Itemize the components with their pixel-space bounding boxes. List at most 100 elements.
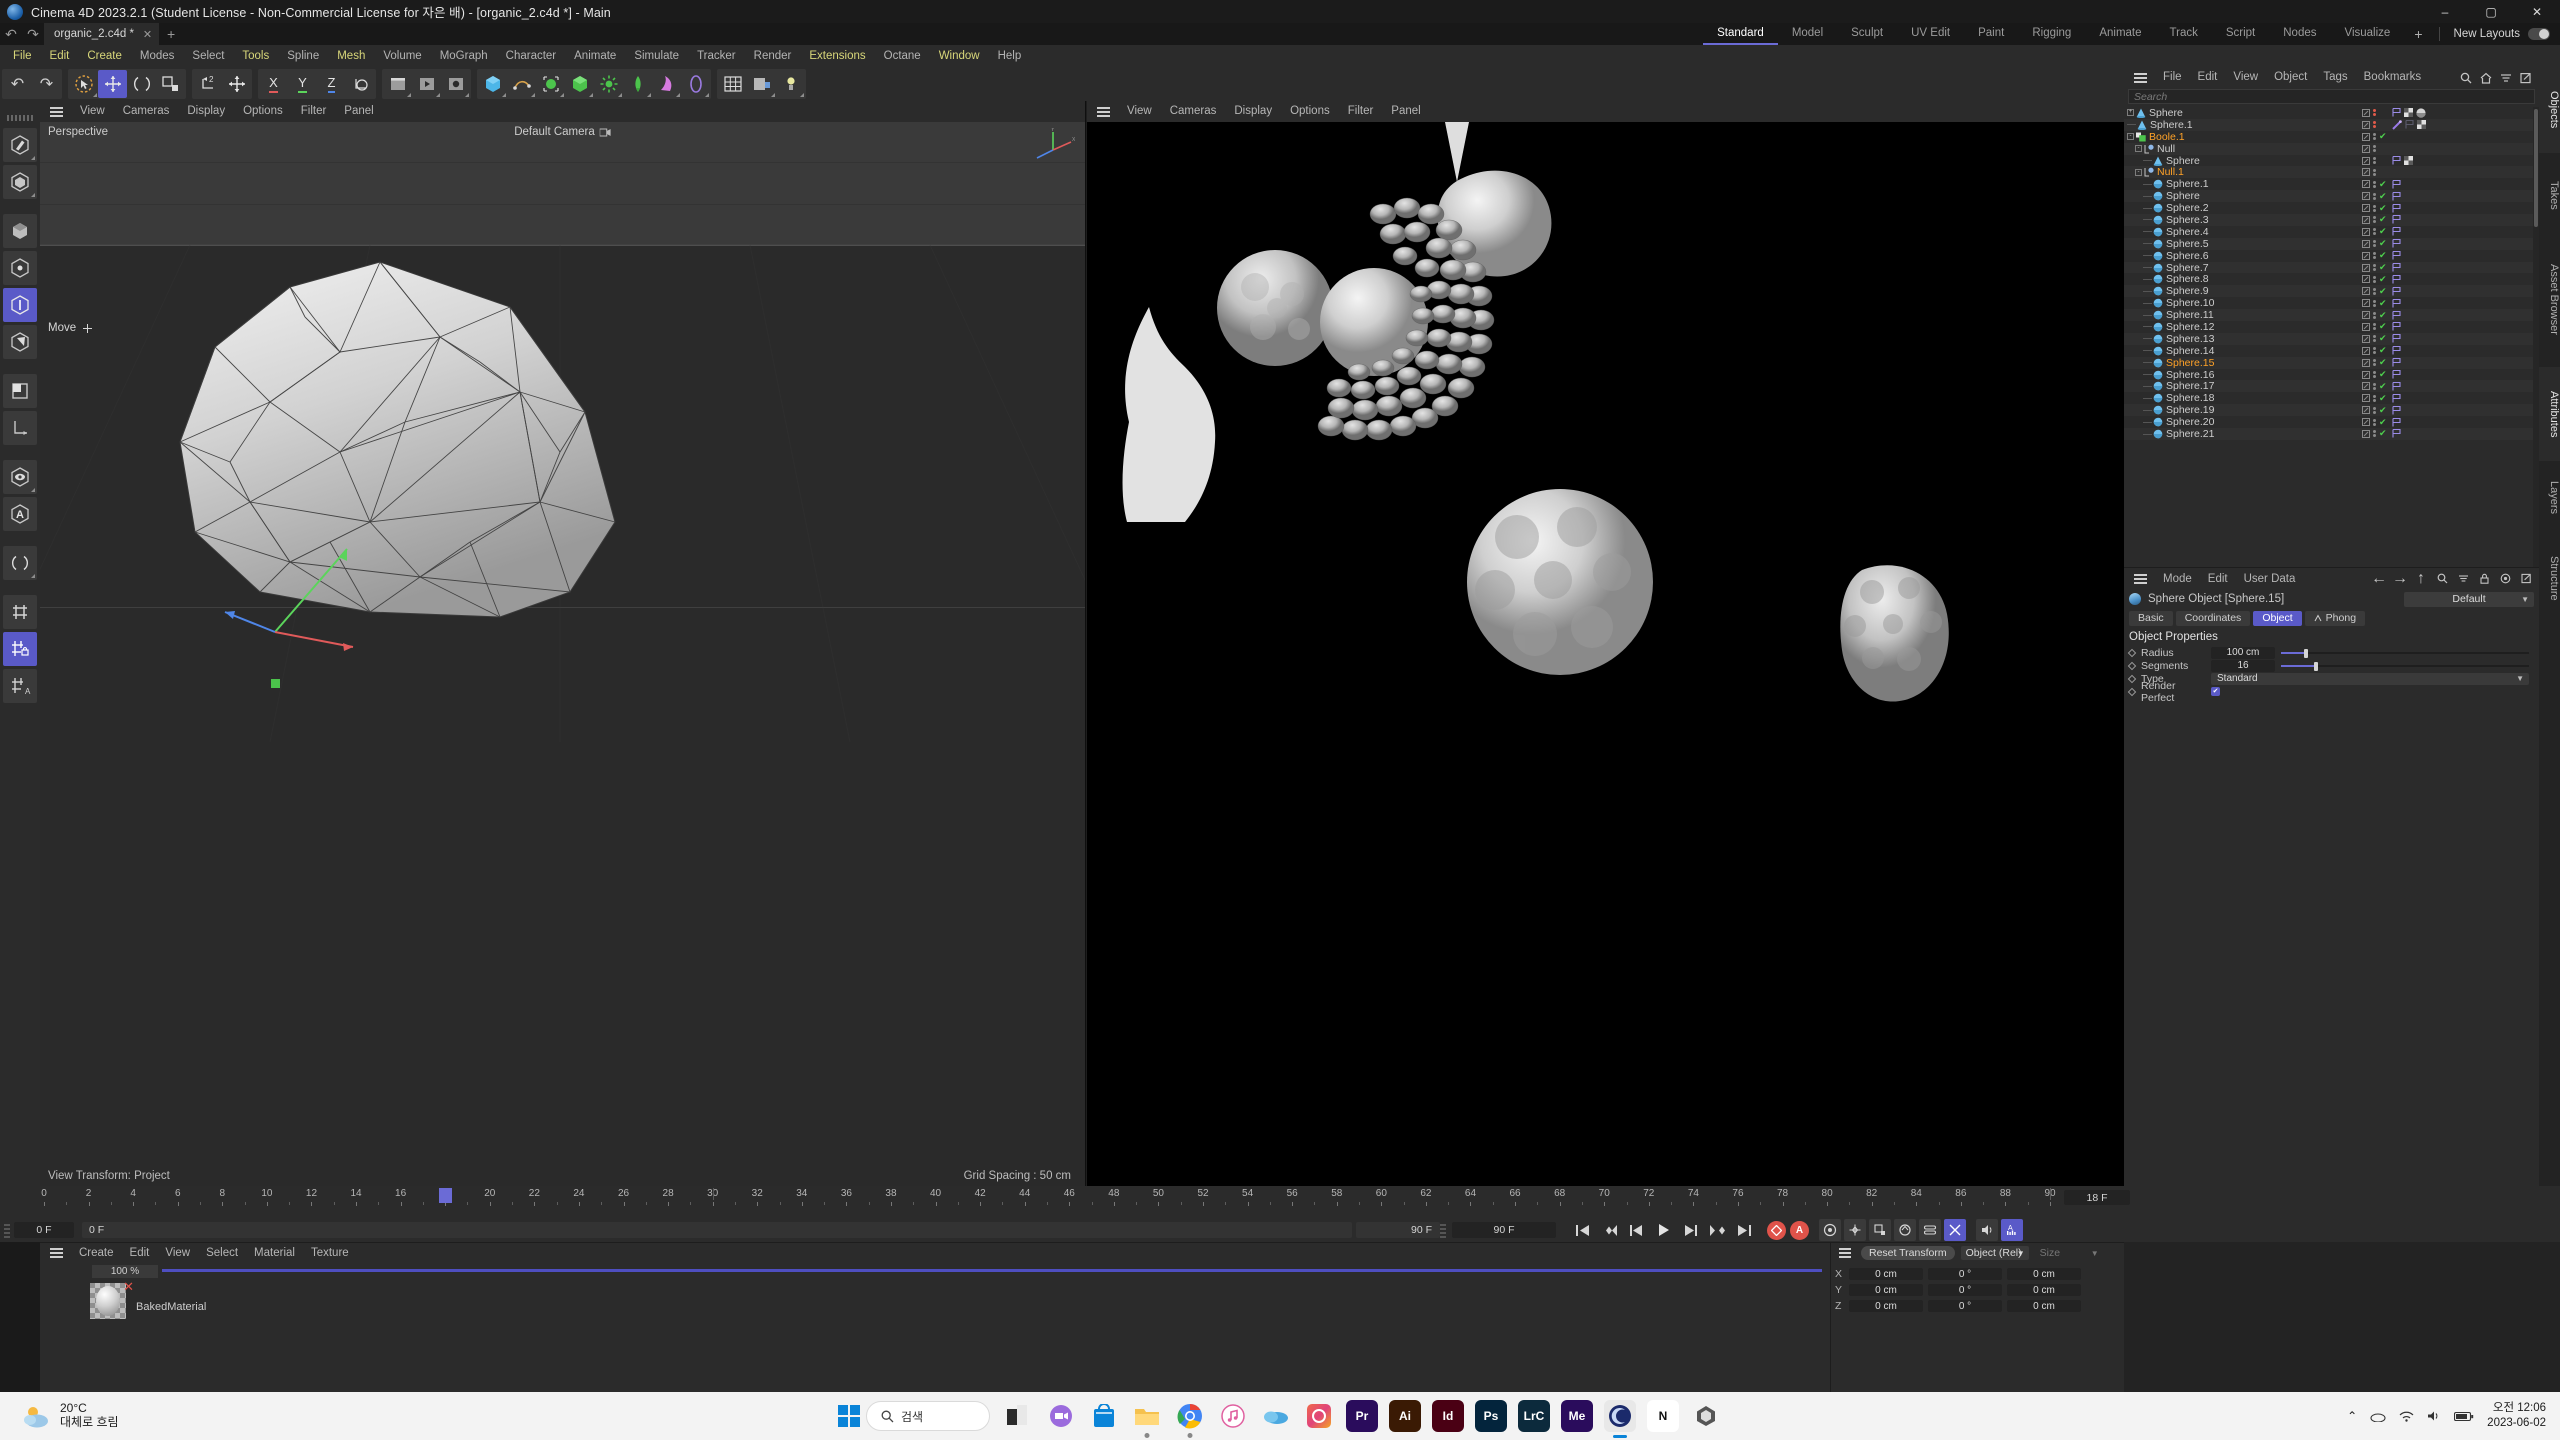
edit-mode-icon[interactable] <box>2362 180 2370 189</box>
object-manager-scrollbar[interactable] <box>2533 107 2539 567</box>
flag-tag[interactable] <box>2392 274 2401 284</box>
left-tool-point-mode[interactable] <box>3 251 37 285</box>
app-file-explorer[interactable] <box>1131 1400 1163 1432</box>
flag-tag[interactable] <box>2392 298 2401 308</box>
edit-mode-icon[interactable] <box>2362 251 2370 260</box>
timeline-start-frame[interactable]: 0 F <box>14 1222 74 1238</box>
redo-icon[interactable]: ↷ <box>32 70 61 98</box>
flag-tag[interactable] <box>2392 179 2401 189</box>
side-tab-attributes[interactable]: Attributes <box>2539 367 2560 461</box>
side-tab-takes[interactable]: Takes <box>2539 159 2560 231</box>
object-row[interactable]: Sphere.10 ✔ <box>2124 297 2533 309</box>
render-to-picture-viewer-icon[interactable] <box>412 70 441 98</box>
go-to-start-icon[interactable] <box>1570 1219 1595 1241</box>
viewport-right-canvas[interactable] <box>1087 122 2124 1186</box>
expand-toggle-icon[interactable]: + <box>2127 109 2134 117</box>
menu-simulate[interactable]: Simulate <box>625 45 688 67</box>
edit-mode-icon[interactable] <box>2362 132 2370 141</box>
lock-icon[interactable] <box>2475 570 2493 588</box>
enabled-check-icon[interactable]: ✔ <box>2379 381 2387 391</box>
volume-icon[interactable] <box>2427 1410 2441 1422</box>
app-media-encoder[interactable]: Me <box>1561 1400 1593 1432</box>
edit-mode-icon[interactable] <box>2362 334 2370 343</box>
property-value-input[interactable]: 100 cm <box>2211 646 2275 659</box>
object-name[interactable]: Boole.1 <box>2149 131 2185 143</box>
sphere-material-tag[interactable] <box>2416 108 2426 118</box>
timeline-end-frame[interactable]: 90 F <box>1356 1222 1440 1238</box>
edit-mode-icon[interactable] <box>2362 192 2370 201</box>
edit-mode-icon[interactable] <box>2362 299 2370 308</box>
undo-icon[interactable]: ↶ <box>3 70 32 98</box>
enabled-check-icon[interactable]: ✔ <box>2379 358 2387 367</box>
matmgr-menu-texture[interactable]: Texture <box>303 1247 357 1259</box>
left-tool-edge-mode[interactable] <box>3 288 37 322</box>
object-name[interactable]: Sphere.13 <box>2166 333 2214 345</box>
property-value-input[interactable]: 16 <box>2211 659 2275 672</box>
animate-diamond-icon[interactable] <box>2127 661 2137 670</box>
objmgr-menu-view[interactable]: View <box>2225 67 2266 88</box>
battery-icon[interactable] <box>2454 1411 2474 1422</box>
flag-tag[interactable] <box>2392 191 2401 201</box>
object-row[interactable]: - Null <box>2124 143 2533 155</box>
object-row[interactable]: Sphere.12 ✔ <box>2124 321 2533 333</box>
record-active-objects-icon[interactable] <box>1767 1220 1786 1240</box>
object-name[interactable]: Sphere <box>2166 190 2200 202</box>
menu-window[interactable]: Window <box>930 45 989 67</box>
left-tool-enable-snap-a[interactable]: A <box>3 497 37 531</box>
enabled-check-icon[interactable]: ✔ <box>2379 429 2387 438</box>
layout-tab-standard[interactable]: Standard <box>1703 23 1778 45</box>
edit-mode-icon[interactable] <box>2362 204 2370 213</box>
menu-edit[interactable]: Edit <box>41 45 79 67</box>
object-row[interactable]: Sphere.20 ✔ <box>2124 416 2533 428</box>
object-row[interactable]: + Sphere <box>2124 107 2533 119</box>
visibility-dots-icon[interactable] <box>2373 394 2376 402</box>
flag-tag[interactable] <box>2392 358 2401 367</box>
viewport-left-canvas[interactable]: Perspective Default Camera Move View Tra… <box>40 122 1085 1186</box>
flag-tag[interactable] <box>2392 346 2401 355</box>
enabled-check-icon[interactable]: ✔ <box>2379 322 2387 331</box>
matmgr-menu-view[interactable]: View <box>157 1247 198 1259</box>
object-name[interactable]: Sphere.3 <box>2166 214 2209 226</box>
app-unity[interactable] <box>1690 1400 1722 1432</box>
attribute-preset-dropdown[interactable]: Default ▼ <box>2404 591 2534 607</box>
visibility-dots-icon[interactable] <box>2373 287 2376 295</box>
attr-menu-mode[interactable]: Mode <box>2155 573 2200 585</box>
weather-widget[interactable]: 20°C 대체로 흐림 <box>22 1401 119 1430</box>
app-illustrator[interactable]: Ai <box>1389 1400 1421 1432</box>
next-key-icon[interactable] <box>1705 1219 1730 1241</box>
flag-tag[interactable] <box>2392 310 2401 320</box>
menu-help[interactable]: Help <box>989 45 1031 67</box>
close-icon[interactable]: ✕ <box>123 1279 134 1295</box>
coordinate-rot-input[interactable]: 0 ° <box>1928 1284 2002 1296</box>
attr-menu-edit[interactable]: Edit <box>2200 573 2236 585</box>
object-name[interactable]: Sphere.21 <box>2166 428 2214 440</box>
left-tool-model-mode[interactable] <box>3 165 37 199</box>
cloud-icon[interactable] <box>2370 1410 2386 1422</box>
object-row[interactable]: Sphere.7 ✔ <box>2124 262 2533 274</box>
edit-mode-icon[interactable] <box>2362 358 2370 367</box>
layout-tab-uv-edit[interactable]: UV Edit <box>1897 23 1964 45</box>
sound-settings-icon[interactable]: A <box>2001 1219 2023 1241</box>
window-close-button[interactable]: ✕ <box>2514 0 2560 23</box>
animate-diamond-icon[interactable] <box>2127 648 2137 657</box>
app-photoshop[interactable]: Ps <box>1475 1400 1507 1432</box>
render-settings-icon[interactable] <box>441 70 470 98</box>
viewport-right-menu-filter[interactable]: Filter <box>1339 101 1383 122</box>
flag-tag[interactable] <box>2392 215 2401 224</box>
attr-tab-coordinates[interactable]: Coordinates <box>2175 610 2251 626</box>
enabled-check-icon[interactable]: ✔ <box>2379 417 2387 427</box>
add-spline-icon[interactable] <box>507 70 536 98</box>
render-view-icon[interactable] <box>383 70 412 98</box>
app-lightroom-cc[interactable]: LrC <box>1518 1400 1550 1432</box>
grid-icon[interactable] <box>718 70 747 98</box>
menu-tracker[interactable]: Tracker <box>688 45 745 67</box>
autokeying-icon[interactable]: A <box>1790 1220 1809 1240</box>
viewport-left-menu-filter[interactable]: Filter <box>292 101 336 122</box>
keyframe-settings-icon[interactable] <box>1819 1219 1841 1241</box>
document-tab-organic2[interactable]: organic_2.c4d * ✕ <box>44 23 160 45</box>
enabled-check-icon[interactable]: ✔ <box>2379 274 2387 284</box>
wifi-icon[interactable] <box>2399 1410 2414 1422</box>
enabled-check-icon[interactable]: ✔ <box>2379 203 2387 213</box>
app-indesign[interactable]: Id <box>1432 1400 1464 1432</box>
object-tree[interactable]: + Sphere Sphere.1- Boole.1 ✔ - Null Sphere - Null… <box>2124 107 2533 567</box>
